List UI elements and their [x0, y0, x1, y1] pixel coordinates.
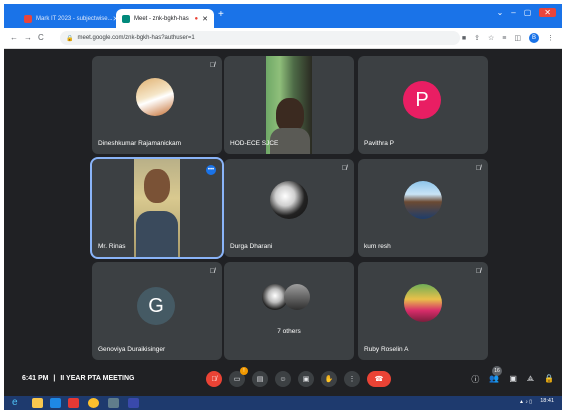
browser-tab-bar: Mark IT 2023 - subjectwise... ✕ Meet - z… — [4, 4, 562, 28]
meeting-controls-bar: 6:41 PM | II YEAR PTA MEETING 🎙̸ ▭! ▤ ☺ … — [4, 366, 562, 394]
taskbar-clock: 18:41 — [540, 398, 554, 404]
participant-tile[interactable]: 7 others — [224, 262, 354, 360]
activities-icon[interactable]: ⟁ — [527, 374, 534, 385]
forward-icon[interactable]: → — [24, 33, 32, 42]
participant-tile[interactable]: 🎙̸ kum resh — [358, 159, 488, 257]
address-bar: ← → C 🔒 meet.google.com/znk-bgkh-has?aut… — [4, 28, 562, 49]
mic-off-icon: 🎙̸ — [475, 165, 481, 172]
tab-label: Meet - znk-bgkh-has — [134, 15, 189, 22]
browser-toolbar: ■ ⇪ ☆ ≡ ◫ B ⋮ — [462, 33, 554, 43]
profile-avatar[interactable]: B — [529, 33, 539, 43]
avatar-photo — [404, 181, 442, 219]
present-button[interactable]: ▣ — [298, 371, 314, 387]
participant-tile[interactable]: 🎙̸ Ruby Roselin A — [358, 262, 488, 360]
reload-icon[interactable]: C — [38, 33, 44, 42]
system-tray-icons[interactable]: ▲ ♪ ▯ — [519, 399, 532, 405]
chrome-icon[interactable] — [88, 398, 99, 408]
menu-icon[interactable]: ⋮ — [547, 34, 554, 42]
avatar-letter: G — [137, 287, 175, 325]
mic-off-icon: 🎙̸ — [341, 165, 347, 172]
mic-off-icon: 🎙̸ — [209, 268, 215, 275]
screen: Mark IT 2023 - subjectwise... ✕ Meet - z… — [4, 4, 562, 410]
url-input[interactable]: 🔒 meet.google.com/znk-bgkh-has?authuser=… — [60, 31, 460, 45]
window-controls: ⌄ – ▢ ✕ — [497, 8, 556, 17]
explorer-icon[interactable] — [108, 398, 119, 408]
tab-meet[interactable]: Meet - znk-bgkh-has ● ✕ — [116, 9, 214, 28]
participant-name: HOD-ECE SJCE — [230, 140, 279, 147]
star-icon[interactable]: ☆ — [488, 34, 494, 42]
reading-list-icon[interactable]: ≡ — [502, 35, 506, 42]
avatar-photo — [136, 78, 174, 116]
mic-off-button[interactable]: 🎙̸ — [206, 371, 222, 387]
folder-icon[interactable] — [32, 398, 43, 408]
recording-dot-icon: ● — [194, 15, 199, 22]
call-controls: 🎙̸ ▭! ▤ ☺ ▣ ✋ ⋮ ☎ — [206, 367, 391, 387]
separator: | — [53, 375, 56, 382]
more-options-button[interactable]: ⋮ — [344, 371, 360, 387]
back-icon[interactable]: ← — [10, 33, 18, 42]
avatar-photo — [284, 284, 310, 310]
mic-off-icon: 🎙̸ — [209, 62, 215, 69]
participant-name: Mr. Rinas — [98, 243, 126, 250]
meeting-info: 6:41 PM | II YEAR PTA MEETING — [22, 375, 135, 382]
close-window-icon[interactable]: ✕ — [539, 8, 556, 17]
participant-tile[interactable]: HOD-ECE SJCE — [224, 56, 354, 154]
emoji-button[interactable]: ☺ — [275, 371, 291, 387]
avatar-photo — [404, 284, 442, 322]
participant-name: kum resh — [364, 243, 391, 250]
new-tab-icon[interactable]: + — [218, 9, 224, 20]
info-icon[interactable]: ⓘ — [471, 374, 479, 385]
side-controls: ⓘ 👥 ▣ ⟁ 🔒 — [471, 374, 554, 385]
meet-favicon-icon — [122, 14, 130, 23]
share-icon[interactable]: ⇪ — [474, 34, 480, 42]
store-icon[interactable] — [50, 398, 61, 408]
maximize-icon[interactable]: ▢ — [524, 8, 532, 17]
participant-tile[interactable]: G 🎙̸ Genoviya Duraikisinger — [92, 262, 222, 360]
participant-tile[interactable]: P Pavithra P — [358, 56, 488, 154]
others-label: 7 others — [277, 328, 301, 335]
side-panel-icon[interactable]: ◫ — [514, 34, 521, 42]
lock-icon: 🔒 — [66, 35, 74, 42]
speaking-indicator-icon: ••• — [206, 165, 216, 175]
minimize-icon[interactable]: – — [511, 8, 515, 17]
word-icon[interactable] — [128, 398, 139, 408]
captions-button[interactable]: ▤ — [252, 371, 268, 387]
tab-mark-it[interactable]: Mark IT 2023 - subjectwise... ✕ — [18, 9, 116, 28]
os-taskbar: e ▲ ♪ ▯ 18:41 — [4, 396, 562, 410]
meeting-time: 6:41 PM — [22, 375, 49, 382]
app-icon[interactable] — [68, 398, 79, 408]
sheet-favicon-icon — [24, 14, 32, 23]
leave-call-button[interactable]: ☎ — [367, 371, 391, 387]
participant-name: Pavithra P — [364, 140, 394, 147]
participant-tile[interactable]: 🎙̸ Dineshkumar Rajamanickam — [92, 56, 222, 154]
camera-icon[interactable]: ■ — [462, 35, 466, 42]
participant-name: Dineshkumar Rajamanickam — [98, 140, 182, 147]
mic-off-icon: 🎙̸ — [475, 268, 481, 275]
url-text: meet.google.com/znk-bgkh-has?authuser=1 — [77, 35, 195, 41]
raise-hand-button[interactable]: ✋ — [321, 371, 337, 387]
avatar-letter: P — [403, 81, 441, 119]
participant-name: Durga Dharani — [230, 243, 273, 250]
tab-label: Mark IT 2023 - subjectwise... — [36, 15, 113, 22]
video-feed — [134, 159, 180, 257]
participant-name: Ruby Roselin A — [364, 346, 409, 353]
edge-icon[interactable]: e — [12, 397, 18, 408]
participant-tile[interactable]: ••• Mr. Rinas — [90, 157, 224, 259]
chat-icon[interactable]: ▣ — [509, 374, 517, 385]
camera-button[interactable]: ▭! — [229, 367, 248, 387]
host-controls-icon[interactable]: 🔒 — [544, 374, 554, 385]
meeting-title: II YEAR PTA MEETING — [60, 375, 135, 382]
tab-search-icon[interactable]: ⌄ — [497, 8, 504, 17]
people-icon[interactable]: 👥 — [489, 374, 499, 385]
warning-badge-icon: ! — [240, 367, 248, 375]
avatar-photo — [270, 181, 308, 219]
participant-tile[interactable]: 🎙̸ Durga Dharani — [224, 159, 354, 257]
close-tab-icon[interactable]: ✕ — [202, 15, 208, 23]
participant-name: Genoviya Duraikisinger — [98, 346, 166, 353]
